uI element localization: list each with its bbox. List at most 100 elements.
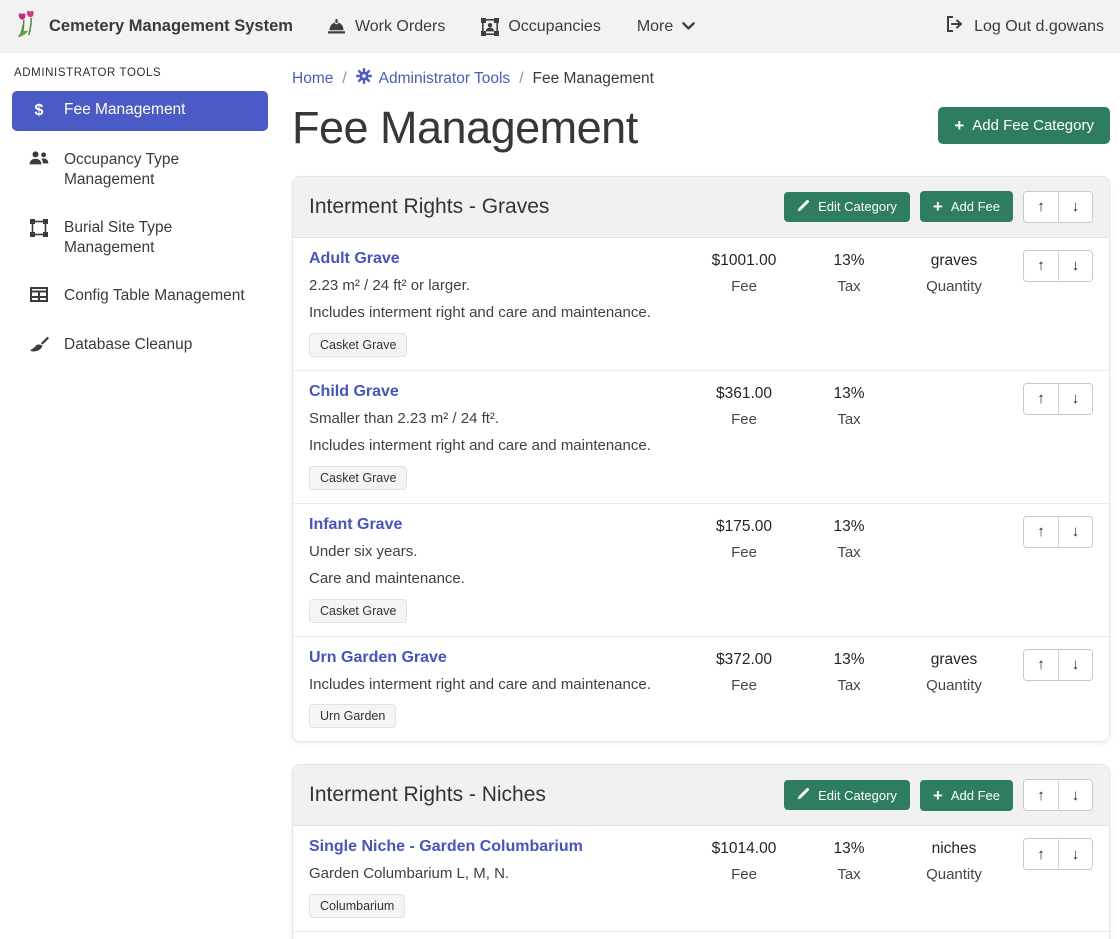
breadcrumb-separator: / [342, 70, 346, 88]
fee-amount: $1014.00 [689, 840, 799, 858]
fee-name-link[interactable]: Child Grave [309, 383, 399, 401]
sidebar-item-occupancy-type-management[interactable]: Occupancy Type Management [12, 141, 268, 199]
fee-name-link[interactable]: Urn Garden Grave [309, 649, 447, 667]
tax-label: Tax [799, 677, 899, 694]
category-title: Interment Rights - Graves [309, 195, 774, 219]
tax-rate: 13% [799, 385, 899, 403]
plus-icon: + [954, 117, 964, 134]
move-category-up-button[interactable]: ↑ [1024, 780, 1058, 810]
breadcrumb-admin-tools-link[interactable]: Administrator Tools [356, 68, 511, 89]
sidebar-item-label: Config Table Management [64, 286, 245, 306]
edit-category-button[interactable]: Edit Category [784, 780, 910, 810]
breadcrumb-current: Fee Management [533, 70, 655, 88]
logout-icon [946, 16, 964, 37]
tax-rate: 13% [799, 840, 899, 858]
dollar-icon: $ [28, 100, 50, 122]
fee-reorder-controls: ↑ ↓ [1023, 838, 1093, 870]
brand-home-link[interactable]: Cemetery Management System [16, 10, 293, 43]
fee-amount-label: Fee [689, 677, 799, 694]
broom-icon [28, 335, 50, 353]
move-fee-up-button[interactable]: ↑ [1024, 251, 1058, 281]
fee-description: Smaller than 2.23 m² / 24 ft². [309, 409, 681, 429]
fee-description: Under six years. [309, 542, 681, 562]
nav-occupancies[interactable]: Occupancies [481, 18, 601, 36]
category-title: Interment Rights - Niches [309, 783, 774, 807]
quantity-unit: graves [899, 651, 1009, 669]
sidebar-item-label: Burial Site Type Management [64, 218, 258, 258]
fee-amount: $361.00 [689, 385, 799, 403]
move-category-down-button[interactable]: ↓ [1058, 192, 1092, 222]
move-fee-down-button[interactable]: ↓ [1058, 650, 1092, 680]
sidebar-item-burial-site-type-management[interactable]: Burial Site Type Management [12, 209, 268, 267]
pencil-icon [797, 199, 810, 215]
move-fee-up-button[interactable]: ↑ [1024, 384, 1058, 414]
sidebar-item-fee-management[interactable]: $ Fee Management [12, 91, 268, 131]
move-fee-down-button[interactable]: ↓ [1058, 251, 1092, 281]
quantity-label: Quantity [899, 866, 1009, 883]
vector-square-icon [28, 218, 50, 237]
tulip-logo-icon [16, 10, 39, 43]
nav-more-dropdown[interactable]: More [637, 18, 695, 36]
nav-work-orders[interactable]: Work Orders [327, 18, 445, 36]
category-reorder-controls: ↑ ↓ [1023, 779, 1093, 811]
add-fee-button[interactable]: + Add Fee [920, 780, 1013, 811]
gear-icon [356, 68, 372, 89]
top-navbar: Cemetery Management System Work Orders [0, 0, 1120, 53]
fee-type-badge: Columbarium [309, 894, 405, 918]
logout-label: Log Out d.gowans [974, 18, 1104, 36]
breadcrumb: Home / [292, 68, 1110, 89]
fee-type-badge: Casket Grave [309, 599, 407, 623]
category-header: Interment Rights - Niches Edit Category … [293, 765, 1109, 826]
fee-reorder-controls: ↑ ↓ [1023, 649, 1093, 681]
quantity-label: Quantity [899, 278, 1009, 295]
fee-description: Includes interment right and care and ma… [309, 436, 681, 456]
move-fee-down-button[interactable]: ↓ [1058, 839, 1092, 869]
occupancy-frame-icon [481, 18, 499, 36]
quantity-label: Quantity [899, 677, 1009, 694]
fee-row-urn-garden-grave: Urn Garden Grave Includes interment righ… [293, 637, 1109, 742]
add-fee-button[interactable]: + Add Fee [920, 191, 1013, 222]
move-fee-up-button[interactable]: ↑ [1024, 517, 1058, 547]
tax-label: Tax [799, 411, 899, 428]
edit-category-button[interactable]: Edit Category [784, 192, 910, 222]
fee-row-single-niche: Single Niche - Garden Columbarium Garden… [293, 826, 1109, 932]
nav-item-label: Work Orders [355, 18, 445, 36]
breadcrumb-home-link[interactable]: Home [292, 70, 333, 88]
sidebar-item-database-cleanup[interactable]: Database Cleanup [12, 326, 268, 364]
move-category-down-button[interactable]: ↓ [1058, 780, 1092, 810]
users-icon [28, 150, 50, 166]
app-title: Cemetery Management System [49, 17, 293, 36]
breadcrumb-separator: / [519, 70, 523, 88]
move-fee-up-button[interactable]: ↑ [1024, 839, 1058, 869]
main-content: Home / [280, 53, 1120, 939]
fee-reorder-controls: ↑ ↓ [1023, 516, 1093, 548]
fee-amount: $372.00 [689, 651, 799, 669]
fee-row-child-grave: Child Grave Smaller than 2.23 m² / 24 ft… [293, 371, 1109, 504]
tax-rate: 13% [799, 252, 899, 270]
fee-amount-label: Fee [689, 866, 799, 883]
fee-description: Includes interment right and care and ma… [309, 303, 681, 323]
sidebar-item-label: Database Cleanup [64, 335, 192, 355]
fee-description: Garden Columbarium L, M, N. [309, 864, 681, 884]
fee-category-card-niches: Interment Rights - Niches Edit Category … [292, 764, 1110, 939]
fee-name-link[interactable]: Infant Grave [309, 516, 402, 534]
move-fee-up-button[interactable]: ↑ [1024, 650, 1058, 680]
fee-name-link[interactable]: Adult Grave [309, 250, 400, 268]
tax-label: Tax [799, 544, 899, 561]
add-fee-category-button[interactable]: + Add Fee Category [938, 107, 1110, 144]
fee-type-badge: Casket Grave [309, 333, 407, 357]
sidebar-item-config-table-management[interactable]: Config Table Management [12, 277, 268, 315]
move-fee-down-button[interactable]: ↓ [1058, 517, 1092, 547]
nav-item-label: More [637, 18, 673, 36]
app-window: Cemetery Management System Work Orders [0, 0, 1120, 939]
table-icon [28, 286, 50, 302]
move-category-up-button[interactable]: ↑ [1024, 192, 1058, 222]
move-fee-down-button[interactable]: ↓ [1058, 384, 1092, 414]
plus-icon: + [933, 198, 943, 215]
fee-name-link[interactable]: Single Niche - Garden Columbarium [309, 838, 583, 856]
fee-reorder-controls: ↑ ↓ [1023, 250, 1093, 282]
breadcrumb-admin-tools-label: Administrator Tools [379, 70, 511, 88]
quantity-unit: niches [899, 840, 1009, 858]
logout-button[interactable]: Log Out d.gowans [946, 16, 1104, 37]
tax-label: Tax [799, 866, 899, 883]
